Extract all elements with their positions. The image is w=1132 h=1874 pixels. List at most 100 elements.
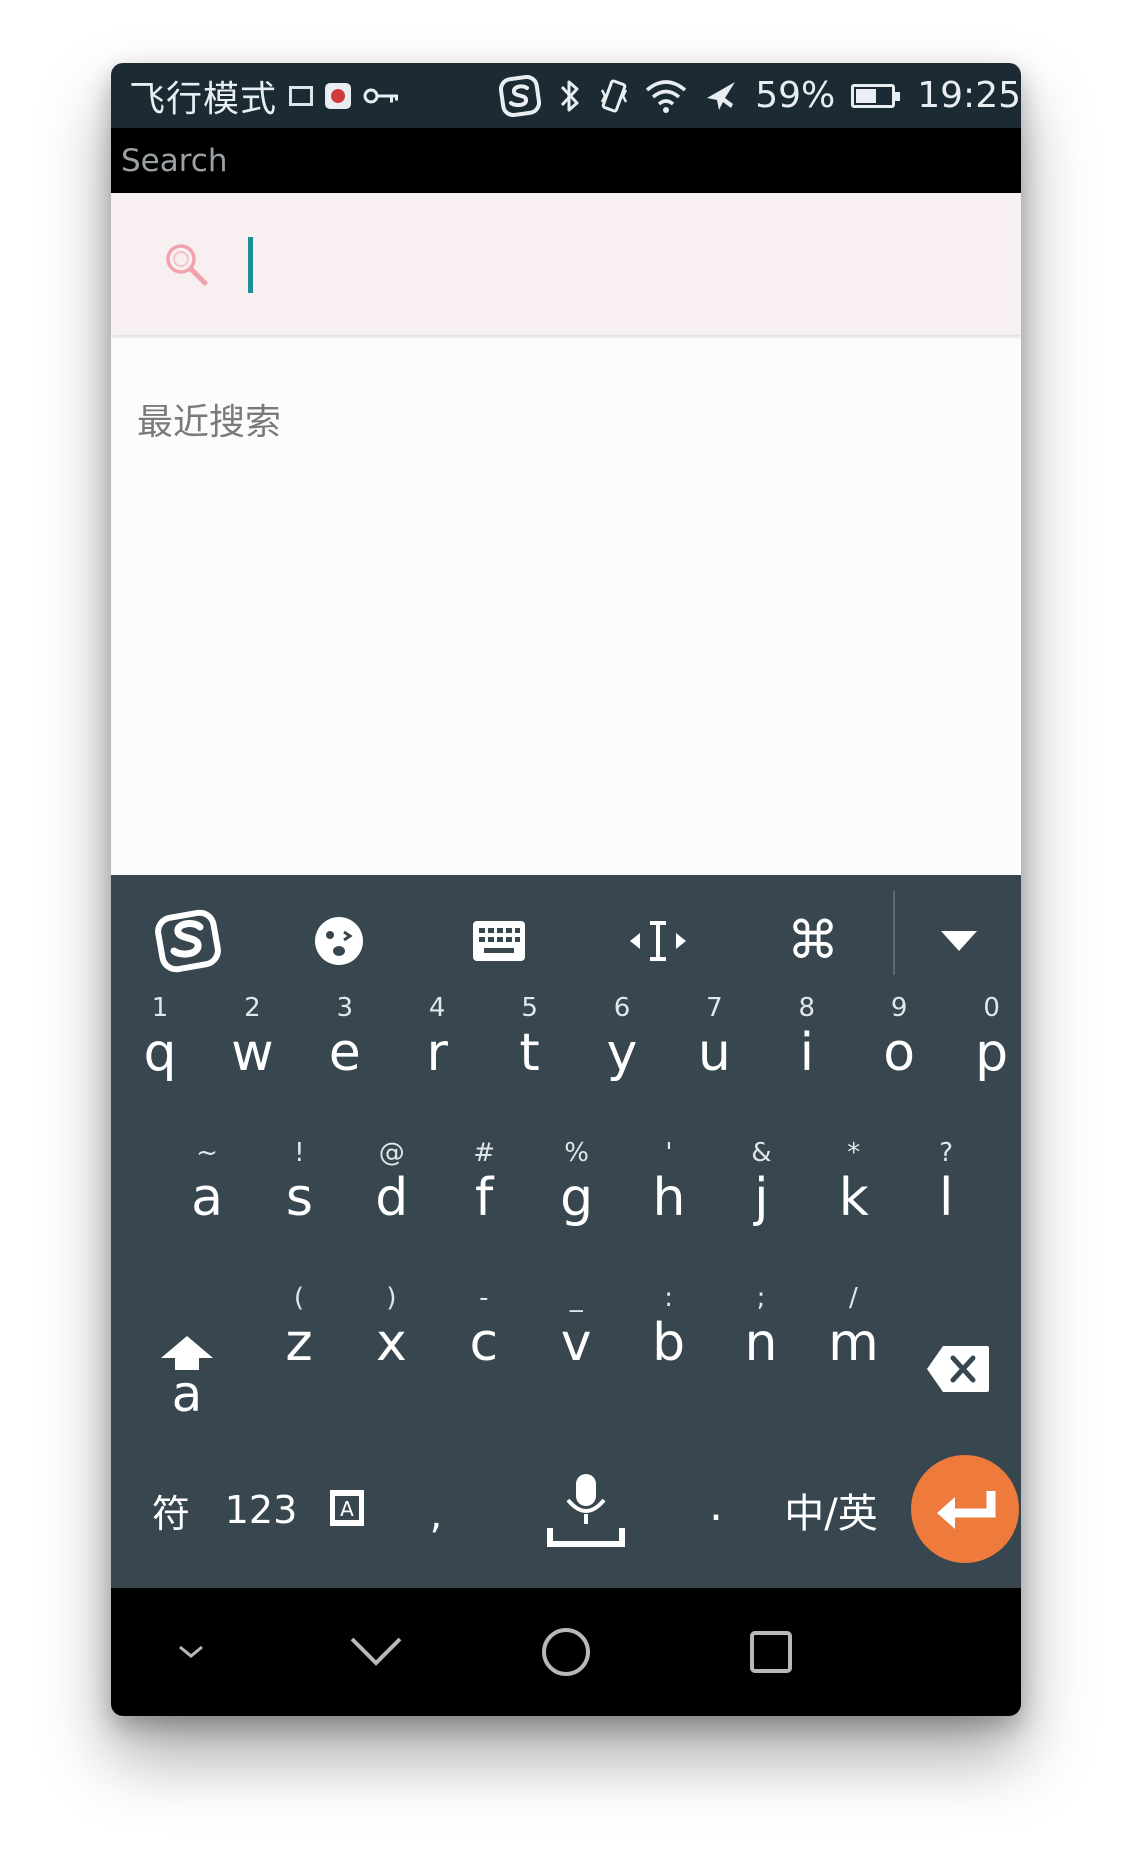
search-icon bbox=[163, 241, 209, 287]
key-x[interactable]: ) x bbox=[349, 1273, 433, 1403]
key-y[interactable]: 6y bbox=[580, 983, 664, 1113]
screen-record-icon bbox=[325, 82, 352, 109]
input-mode-icon: A bbox=[330, 1490, 364, 1526]
back-icon[interactable] bbox=[331, 1588, 421, 1716]
numbers-key[interactable]: 123 bbox=[219, 1475, 303, 1545]
keyboard-icon[interactable] bbox=[469, 899, 529, 983]
collapse-icon[interactable] bbox=[929, 899, 989, 983]
key-i[interactable]: 8i bbox=[765, 983, 849, 1113]
key-label: c bbox=[469, 1313, 499, 1373]
key-s[interactable]: ! s bbox=[257, 1128, 341, 1258]
backspace-icon bbox=[927, 1346, 989, 1392]
svg-text:A: A bbox=[340, 1497, 354, 1521]
key-label: n bbox=[744, 1313, 778, 1373]
key-label: o bbox=[883, 1023, 916, 1083]
key-m[interactable]: / m bbox=[811, 1273, 895, 1403]
shift-label: a bbox=[171, 1365, 203, 1423]
key-t[interactable]: 5t bbox=[488, 983, 572, 1113]
title-bar: Search bbox=[111, 128, 1021, 193]
battery-icon bbox=[851, 83, 901, 108]
carrier-label: 飞行模式 bbox=[129, 78, 278, 120]
key-label: u bbox=[697, 1023, 731, 1083]
language-switch-key[interactable]: 中/英 bbox=[771, 1475, 891, 1545]
key-secondary-label: * bbox=[847, 1138, 861, 1168]
key-e[interactable]: 3e bbox=[303, 983, 387, 1113]
home-icon[interactable] bbox=[521, 1588, 611, 1716]
key-label: i bbox=[799, 1023, 815, 1083]
key-label: w bbox=[231, 1023, 274, 1083]
key-o[interactable]: 9o bbox=[857, 983, 941, 1113]
sogou-logo-icon[interactable] bbox=[149, 899, 229, 983]
key-g[interactable]: % g bbox=[535, 1128, 619, 1258]
key-label: x bbox=[376, 1313, 407, 1373]
key-l[interactable]: ? l bbox=[904, 1128, 988, 1258]
key-label: a bbox=[191, 1168, 223, 1228]
enter-button[interactable] bbox=[911, 1455, 1019, 1563]
key-label: y bbox=[606, 1023, 638, 1083]
battery-percent: 59% bbox=[755, 75, 836, 116]
search-bar[interactable] bbox=[111, 193, 1021, 335]
key-f[interactable]: # f bbox=[442, 1128, 526, 1258]
key-secondary-label: 1 bbox=[151, 993, 169, 1023]
key-d[interactable]: @ d bbox=[350, 1128, 434, 1258]
key-secondary-label: 4 bbox=[428, 993, 446, 1023]
key-secondary-label: : bbox=[664, 1283, 673, 1313]
soft-keyboard: ⌘ 1q2w3e4r5t6y7u8i9o0p ~ a! s @ d # f% g ' h & j * k?… bbox=[111, 875, 1021, 1588]
key-a[interactable]: ~ a bbox=[165, 1128, 249, 1258]
key-label: q bbox=[143, 1023, 177, 1083]
backspace-key[interactable] bbox=[923, 1341, 993, 1397]
key-k[interactable]: * k bbox=[812, 1128, 896, 1258]
hide-keyboard-icon[interactable] bbox=[161, 1588, 221, 1716]
shift-key[interactable]: a bbox=[151, 1320, 223, 1430]
key-label: t bbox=[519, 1023, 540, 1083]
key-label: e bbox=[328, 1023, 361, 1083]
key-secondary-label: 2 bbox=[244, 993, 261, 1023]
key-secondary-label: ' bbox=[665, 1138, 673, 1168]
key-label: p bbox=[975, 1023, 1009, 1083]
input-mode-key[interactable]: A bbox=[323, 1479, 373, 1539]
space-key[interactable] bbox=[511, 1455, 661, 1565]
comma-key[interactable]: , bbox=[411, 1475, 461, 1555]
key-secondary-label: 3 bbox=[336, 993, 354, 1023]
key-label: s bbox=[285, 1168, 313, 1228]
search-input[interactable] bbox=[241, 233, 985, 297]
key-z[interactable]: (z bbox=[257, 1273, 341, 1403]
recents-icon[interactable] bbox=[726, 1588, 816, 1716]
emoji-icon[interactable] bbox=[309, 899, 369, 983]
key-r[interactable]: 4r bbox=[395, 983, 479, 1113]
key-secondary-label: ! bbox=[294, 1138, 305, 1168]
key-secondary-label: ? bbox=[939, 1138, 954, 1168]
key-p[interactable]: 0p bbox=[950, 983, 1021, 1113]
vibrate-icon bbox=[599, 78, 629, 114]
key-u[interactable]: 7u bbox=[672, 983, 756, 1113]
key-secondary-label: ) bbox=[386, 1283, 397, 1313]
key-label: l bbox=[938, 1168, 954, 1228]
period-key[interactable]: . bbox=[691, 1465, 741, 1545]
key-secondary-label: 9 bbox=[890, 993, 908, 1023]
key-c[interactable]: -c bbox=[442, 1273, 526, 1403]
key-secondary-label: 7 bbox=[706, 993, 723, 1023]
clock: 19:25 bbox=[917, 75, 1021, 116]
microphone-icon bbox=[547, 1474, 625, 1547]
key-secondary-label: - bbox=[479, 1283, 489, 1313]
text-cursor bbox=[248, 237, 253, 293]
key-n[interactable]: ; n bbox=[719, 1273, 803, 1403]
phone-screen: 飞行模式 59% 19:25 Search 最近搜索 ⌘ 1 q 2 w 3 e… bbox=[111, 63, 1021, 1716]
key-b[interactable]: :b bbox=[627, 1273, 711, 1403]
key-secondary-label: ( bbox=[293, 1283, 305, 1313]
key-label: h bbox=[652, 1168, 686, 1228]
command-icon[interactable]: ⌘ bbox=[783, 899, 843, 983]
key-h[interactable]: ' h bbox=[627, 1128, 711, 1258]
key-w[interactable]: 2w bbox=[210, 983, 294, 1113]
symbols-key[interactable]: 符 bbox=[141, 1475, 201, 1545]
key-icon bbox=[363, 86, 399, 106]
key-v[interactable]: _ v bbox=[534, 1273, 618, 1403]
airplane-icon bbox=[703, 78, 739, 114]
cursor-move-icon[interactable] bbox=[623, 899, 693, 983]
navigation-bar bbox=[111, 1588, 1021, 1716]
key-secondary-label: ; bbox=[756, 1283, 766, 1313]
status-bar: 飞行模式 59% 19:25 bbox=[111, 63, 1021, 128]
key-q[interactable]: 1q bbox=[118, 983, 202, 1113]
key-j[interactable]: & j bbox=[719, 1128, 803, 1258]
key-label: z bbox=[285, 1313, 313, 1373]
